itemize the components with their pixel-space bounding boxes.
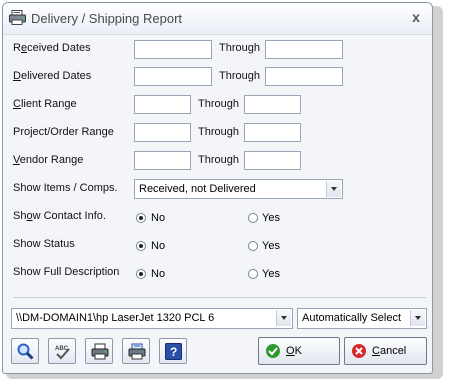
- delivered-from-input[interactable]: [134, 67, 212, 86]
- printer-value: \\DM-DOMAIN1\hp LaserJet 1320 PCL 6: [16, 312, 215, 324]
- svg-text:?: ?: [170, 345, 177, 359]
- project-order-range-label: Project/Order Range: [13, 126, 114, 138]
- close-icon[interactable]: x: [408, 9, 424, 25]
- window-title: Delivery / Shipping Report: [31, 11, 183, 26]
- ok-label: OK: [286, 345, 302, 357]
- status-yes-radio[interactable]: [248, 241, 258, 251]
- show-full-description-label: Show Full Description: [13, 266, 120, 278]
- label-part: w Contact Info.: [32, 210, 106, 222]
- delivered-through-label: Through: [219, 70, 260, 82]
- label-part: Sh: [13, 210, 27, 222]
- received-to-input[interactable]: [265, 40, 343, 59]
- label-accel: C: [13, 98, 21, 110]
- cancel-icon: [352, 344, 366, 358]
- contact-no-label: No: [151, 212, 166, 224]
- label-accel: D: [13, 70, 21, 82]
- label-accel: V: [13, 154, 20, 166]
- show-items-value: Received, not Delivered: [139, 183, 256, 195]
- delivered-to-input[interactable]: [265, 67, 343, 86]
- divider: [13, 297, 426, 298]
- status-yes-label: Yes: [262, 240, 280, 252]
- preview-button[interactable]: [11, 338, 39, 364]
- contact-yes-radio[interactable]: [248, 213, 258, 223]
- show-items-label: Show Items / Comps.: [13, 182, 118, 194]
- help-button[interactable]: ?: [159, 338, 187, 364]
- label-accel: C: [372, 345, 380, 357]
- label-part: R: [13, 42, 21, 54]
- label-part: elivered Dates: [20, 70, 92, 82]
- label-part: lient Range: [20, 98, 77, 110]
- report-icon: [9, 10, 26, 25]
- received-from-input[interactable]: [134, 40, 212, 59]
- show-items-select[interactable]: Received, not Delivered: [134, 179, 343, 199]
- label-accel: O: [286, 345, 295, 357]
- project-through-label: Through: [198, 126, 239, 138]
- full-description-no-radio[interactable]: [136, 269, 146, 279]
- chevron-down-icon[interactable]: [276, 310, 291, 326]
- show-status-label: Show Status: [13, 238, 75, 250]
- status-no-radio[interactable]: [136, 241, 146, 251]
- contact-yes-label: Yes: [262, 212, 280, 224]
- full-description-yes-label: Yes: [262, 268, 280, 280]
- label-part: endor Range: [19, 154, 84, 166]
- full-description-yes-radio[interactable]: [248, 269, 258, 279]
- print-setup-button[interactable]: [122, 338, 150, 364]
- vendor-from-input[interactable]: [134, 151, 191, 170]
- vendor-to-input[interactable]: [244, 151, 301, 170]
- cancel-button[interactable]: Cancel: [344, 337, 427, 365]
- contact-no-radio[interactable]: [136, 213, 146, 223]
- client-through-label: Through: [198, 98, 239, 110]
- tray-select[interactable]: Automatically Select: [297, 308, 427, 329]
- chevron-down-icon[interactable]: [326, 181, 341, 197]
- spell-check-button[interactable]: ABC: [48, 338, 76, 364]
- client-to-input[interactable]: [244, 95, 301, 114]
- full-description-no-label: No: [151, 268, 166, 280]
- delivered-dates-label: Delivered Dates: [13, 70, 91, 82]
- label-part: ancel: [379, 345, 407, 357]
- cancel-label: Cancel: [372, 345, 406, 357]
- received-through-label: Through: [219, 42, 260, 54]
- project-from-input[interactable]: [134, 123, 191, 142]
- title-bar[interactable]: Delivery / Shipping Report x: [3, 3, 432, 35]
- ok-button[interactable]: OK: [258, 337, 340, 365]
- delivery-shipping-report-dialog: Delivery / Shipping Report x Received Da…: [2, 2, 433, 374]
- vendor-through-label: Through: [198, 154, 239, 166]
- printer-select[interactable]: \\DM-DOMAIN1\hp LaserJet 1320 PCL 6: [11, 308, 293, 329]
- client-from-input[interactable]: [134, 95, 191, 114]
- client-range-label: Client Range: [13, 98, 77, 110]
- vendor-range-label: Vendor Range: [13, 154, 83, 166]
- status-no-label: No: [151, 240, 166, 252]
- show-contact-label: Show Contact Info.: [13, 210, 106, 222]
- label-part: K: [294, 345, 302, 357]
- check-icon: [266, 344, 280, 358]
- print-button[interactable]: [85, 338, 113, 364]
- tray-value: Automatically Select: [302, 312, 402, 324]
- chevron-down-icon[interactable]: [410, 310, 425, 326]
- label-part: ceived Dates: [27, 42, 91, 54]
- received-dates-label: Received Dates: [13, 42, 91, 54]
- project-to-input[interactable]: [244, 123, 301, 142]
